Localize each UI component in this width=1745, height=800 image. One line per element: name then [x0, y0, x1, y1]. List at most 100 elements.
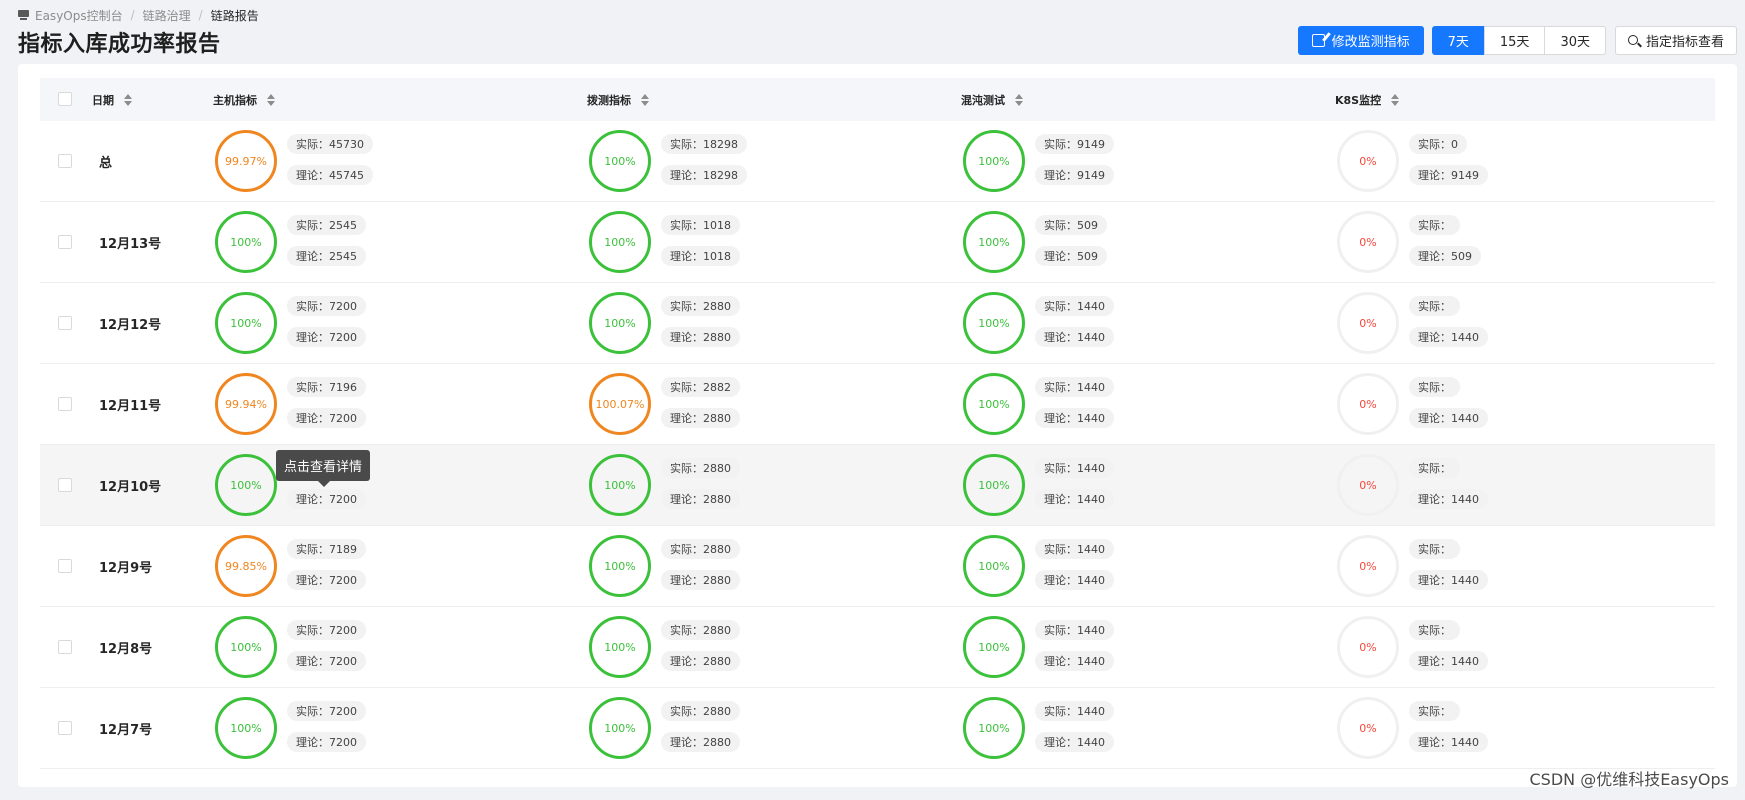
success-rate-ring[interactable]: 100.07%	[589, 373, 651, 435]
select-all-checkbox[interactable]	[58, 92, 72, 106]
success-rate-ring[interactable]: 0%	[1337, 535, 1399, 597]
table-body: 总 99.97% 实际：45730 理论：45745 100% 实际：18298 理论：18…	[40, 121, 1715, 769]
actual-count-tag: 实际：1018	[661, 215, 740, 235]
actual-count-tag: 实际：	[1409, 539, 1460, 559]
success-rate-ring[interactable]: 100%	[589, 454, 651, 516]
success-rate-ring[interactable]: 99.85%	[215, 535, 277, 597]
theory-count-tag: 理论：1440	[1409, 408, 1488, 428]
breadcrumb-item-console[interactable]: EasyOps控制台	[35, 7, 123, 24]
edit-icon	[1311, 33, 1325, 47]
success-rate-ring[interactable]: 0%	[1337, 211, 1399, 273]
row-date: 12月13号	[99, 236, 162, 252]
theory-count-tag: 理论：2545	[287, 246, 366, 266]
row-checkbox[interactable]	[58, 559, 72, 573]
row-date: 12月12号	[99, 317, 162, 333]
success-rate-ring[interactable]: 0%	[1337, 616, 1399, 678]
row-checkbox[interactable]	[58, 235, 72, 249]
success-rate-ring[interactable]: 100%	[215, 454, 277, 516]
column-header-host[interactable]: 主机指标	[213, 78, 275, 121]
success-rate-ring[interactable]: 100%	[589, 616, 651, 678]
breadcrumb-item-report: 链路报告	[210, 8, 259, 23]
success-rate-ring[interactable]: 100%	[963, 211, 1025, 273]
column-header-probe[interactable]: 拨测指标	[587, 78, 649, 121]
row-checkbox[interactable]	[58, 397, 72, 411]
query-metrics-button[interactable]: 指定指标查看	[1614, 25, 1737, 55]
success-rate-ring[interactable]: 100%	[963, 535, 1025, 597]
column-header-k8s[interactable]: K8S监控	[1335, 78, 1400, 121]
success-rate-ring[interactable]: 99.94%	[215, 373, 277, 435]
actual-count-tag: 实际：509	[1035, 215, 1107, 235]
success-rate-ring[interactable]: 0%	[1337, 697, 1399, 759]
success-rate-ring[interactable]: 100%	[963, 697, 1025, 759]
breadcrumb-item-governance[interactable]: 链路治理	[143, 7, 191, 24]
table-row[interactable]: 12月11号 99.94% 实际：7196 理论：7200 100.07% 实际：2882…	[40, 364, 1715, 445]
sort-icon[interactable]	[267, 93, 275, 106]
theory-count-tag: 理论：509	[1409, 246, 1481, 266]
success-rate-ring[interactable]: 99.97%	[215, 130, 277, 192]
table-row[interactable]: 12月13号 100% 实际：2545 理论：2545 100% 实际：1018 理论：10…	[40, 202, 1715, 283]
table-row[interactable]: 12月12号 100% 实际：7200 理论：7200 100% 实际：2880 理论：28…	[40, 283, 1715, 364]
success-rate-ring[interactable]: 100%	[589, 130, 651, 192]
sort-icon[interactable]	[1391, 93, 1400, 106]
console-icon	[18, 10, 31, 20]
sort-icon[interactable]	[124, 93, 132, 106]
actual-count-tag: 实际：7200	[287, 620, 366, 640]
theory-count-tag: 理论：1440	[1409, 570, 1488, 590]
row-checkbox[interactable]	[58, 316, 72, 330]
table-row[interactable]: 12月7号 100% 实际：7200 理论：7200 100% 实际：2880 理论：288…	[40, 688, 1715, 769]
row-date: 12月10号	[99, 479, 162, 495]
row-checkbox[interactable]	[58, 640, 72, 654]
success-rate-ring[interactable]: 100%	[963, 616, 1025, 678]
success-rate-ring[interactable]: 100%	[963, 292, 1025, 354]
actual-count-tag: 实际：0	[1409, 134, 1467, 154]
success-rate-ring[interactable]: 0%	[1337, 454, 1399, 516]
sort-icon[interactable]	[641, 93, 649, 106]
success-rate-ring[interactable]: 100%	[589, 697, 651, 759]
actual-count-tag: 实际：1440	[1035, 701, 1114, 721]
theory-count-tag: 理论：1440	[1409, 732, 1488, 752]
success-rate-ring[interactable]: 100%	[963, 373, 1025, 435]
success-rate-ring[interactable]: 100%	[215, 292, 277, 354]
table-row[interactable]: 总 99.97% 实际：45730 理论：45745 100% 实际：18298 理论：18…	[40, 121, 1715, 202]
theory-count-tag: 理论：1440	[1035, 327, 1114, 347]
theory-count-tag: 理论：9149	[1035, 165, 1114, 185]
theory-count-tag: 理论：7200	[287, 732, 366, 752]
row-checkbox[interactable]	[58, 154, 72, 168]
actual-count-tag: 实际：1440	[1035, 458, 1114, 478]
range-15-days[interactable]: 15天	[1483, 25, 1546, 55]
theory-count-tag: 理论：1440	[1035, 651, 1114, 671]
success-rate-ring[interactable]: 100%	[963, 454, 1025, 516]
breadcrumb-separator: /	[198, 8, 203, 22]
success-rate-ring[interactable]: 100%	[963, 130, 1025, 192]
edit-metrics-button[interactable]: 修改监测指标	[1297, 25, 1424, 55]
row-checkbox[interactable]	[58, 478, 72, 492]
table-row[interactable]: 12月9号 99.85% 实际：7189 理论：7200 100% 实际：2880 理论：2…	[40, 526, 1715, 607]
table-row[interactable]: 12月8号 100% 实际：7200 理论：7200 100% 实际：2880 理论：288…	[40, 607, 1715, 688]
sort-icon[interactable]	[1015, 93, 1023, 106]
success-rate-ring[interactable]: 100%	[215, 616, 277, 678]
success-rate-ring[interactable]: 0%	[1337, 130, 1399, 192]
actual-count-tag: 实际：18298	[661, 134, 747, 154]
row-date: 12月8号	[99, 641, 153, 657]
success-rate-ring[interactable]: 100%	[215, 697, 277, 759]
success-rate-ring[interactable]: 0%	[1337, 292, 1399, 354]
success-rate-ring[interactable]: 100%	[589, 211, 651, 273]
theory-count-tag: 理论：7200	[287, 570, 366, 590]
range-7-days[interactable]: 7天	[1431, 25, 1485, 55]
theory-count-tag: 理论：1440	[1035, 732, 1114, 752]
column-header-chaos[interactable]: 混沌测试	[961, 78, 1023, 121]
actual-count-tag: 实际：	[1409, 377, 1460, 397]
range-30-days[interactable]: 30天	[1544, 25, 1606, 55]
column-header-date[interactable]: 日期	[92, 78, 132, 121]
success-rate-ring[interactable]: 0%	[1337, 373, 1399, 435]
theory-count-tag: 理论：7200	[287, 408, 366, 428]
query-metrics-label: 指定指标查看	[1645, 33, 1724, 49]
theory-count-tag: 理论：2880	[661, 651, 740, 671]
actual-count-tag: 实际：9149	[1035, 134, 1114, 154]
row-checkbox[interactable]	[58, 721, 72, 735]
actual-count-tag: 实际：	[1409, 215, 1460, 235]
success-rate-ring[interactable]: 100%	[589, 535, 651, 597]
theory-count-tag: 理论：2880	[661, 732, 740, 752]
success-rate-ring[interactable]: 100%	[589, 292, 651, 354]
success-rate-ring[interactable]: 100%	[215, 211, 277, 273]
